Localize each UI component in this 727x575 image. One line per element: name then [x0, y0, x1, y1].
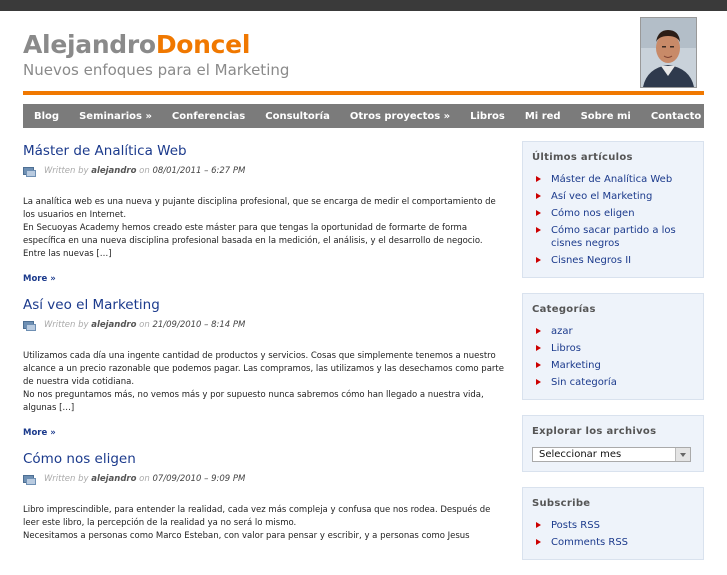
post-list: Máster de Analítica Web Written by aleja… — [23, 143, 505, 543]
excerpt-paragraph: En Secuoyas Academy hemos creado este má… — [23, 223, 483, 259]
chevron-down-icon[interactable] — [675, 448, 690, 461]
excerpt-paragraph: Utilizamos cada día una ingente cantidad… — [23, 351, 504, 387]
on-label: on — [139, 166, 150, 176]
sidebar: Últimos artículos Máster de Analítica We… — [522, 141, 704, 575]
select-value: Seleccionar mes — [539, 449, 622, 460]
post-excerpt: Libro imprescindible, para entender la r… — [23, 504, 505, 543]
nav-seminarios[interactable]: Seminarios » — [69, 111, 162, 122]
comments-icon[interactable] — [23, 475, 36, 485]
category-link[interactable]: Sin categoría — [532, 376, 694, 389]
recent-post-link[interactable]: Cómo sacar partido a los cisnes negros — [532, 224, 694, 250]
post-item: Así veo el Marketing Written by alejandr… — [23, 297, 505, 438]
nav-contacto[interactable]: Contacto — [641, 111, 711, 122]
widget-title: Explorar los archivos — [532, 426, 657, 437]
nav-consultoria[interactable]: Consultoría — [255, 111, 340, 122]
category-link[interactable]: Marketing — [532, 359, 694, 372]
written-by-label: Written by — [44, 166, 89, 176]
post-excerpt: Utilizamos cada día una ingente cantidad… — [23, 350, 505, 415]
post-meta: Written by alejandro on 08/01/2011 – 6:2… — [23, 166, 505, 177]
category-link[interactable]: Libros — [532, 342, 694, 355]
post-title[interactable]: Máster de Analítica Web — [23, 143, 505, 159]
written-by-label: Written by — [44, 320, 89, 330]
on-label: on — [139, 474, 150, 484]
comments-icon[interactable] — [23, 167, 36, 177]
nav-sobre-mi[interactable]: Sobre mi — [571, 111, 641, 122]
post-author: alejandro — [91, 320, 137, 330]
archive-month-select[interactable]: Seleccionar mes — [532, 447, 691, 462]
post-title[interactable]: Así veo el Marketing — [23, 297, 505, 313]
widget-title: Últimos artículos — [532, 152, 633, 163]
comments-rss-link[interactable]: Comments RSS — [532, 536, 694, 549]
nav-libros[interactable]: Libros — [460, 111, 515, 122]
post-excerpt: La analítica web es una nueva y pujante … — [23, 196, 505, 261]
comments-icon[interactable] — [23, 321, 36, 331]
portrait-image — [641, 18, 696, 87]
nav-otros-proyectos[interactable]: Otros proyectos » — [340, 111, 460, 122]
author-photo — [640, 17, 697, 88]
main-nav: Blog Seminarios » Conferencias Consultor… — [23, 104, 704, 128]
site-tagline: Nuevos enfoques para el Marketing — [23, 61, 290, 79]
recent-posts-widget: Últimos artículos Máster de Analítica We… — [522, 141, 704, 278]
post-date: 07/09/2010 – 9:09 PM — [152, 474, 246, 484]
category-link[interactable]: azar — [532, 325, 694, 338]
post-item: Máster de Analítica Web Written by aleja… — [23, 143, 505, 284]
recent-post-link[interactable]: Cisnes Negros II — [532, 254, 694, 267]
written-by-label: Written by — [44, 474, 89, 484]
excerpt-paragraph: La analítica web es una nueva y pujante … — [23, 197, 496, 220]
post-meta: Written by alejandro on 07/09/2010 – 9:0… — [23, 474, 505, 485]
posts-rss-link[interactable]: Posts RSS — [532, 519, 694, 532]
post-author: alejandro — [91, 166, 137, 176]
post-author: alejandro — [91, 474, 137, 484]
post-date: 21/09/2010 – 8:14 PM — [152, 320, 246, 330]
nav-mi-red[interactable]: Mi red — [515, 111, 571, 122]
header-divider — [23, 91, 704, 95]
site-title-last: Doncel — [155, 30, 251, 59]
post-date: 08/01/2011 – 6:27 PM — [152, 166, 246, 176]
excerpt-paragraph: Necesitamos a personas como Marco Esteba… — [23, 531, 470, 541]
post-meta: Written by alejandro on 21/09/2010 – 8:1… — [23, 320, 505, 331]
recent-post-link[interactable]: Así veo el Marketing — [532, 190, 694, 203]
excerpt-paragraph: No nos preguntamos más, no vemos más y p… — [23, 390, 484, 413]
more-link[interactable]: More » — [23, 428, 505, 438]
recent-post-link[interactable]: Máster de Analítica Web — [532, 173, 694, 186]
widget-title: Subscribe — [532, 498, 591, 509]
archives-widget: Explorar los archivos Seleccionar mes — [522, 415, 704, 472]
nav-conferencias[interactable]: Conferencias — [162, 111, 255, 122]
on-label: on — [139, 320, 150, 330]
subscribe-widget: Subscribe Posts RSS Comments RSS — [522, 487, 704, 560]
excerpt-paragraph: Libro imprescindible, para entender la r… — [23, 505, 491, 528]
top-bar — [0, 0, 727, 11]
post-item: Cómo nos eligen Written by alejandro on … — [23, 451, 505, 543]
more-link[interactable]: More » — [23, 274, 505, 284]
site-title[interactable]: AlejandroDoncel — [23, 30, 250, 59]
categories-widget: Categorías azar Libros Marketing Sin cat… — [522, 293, 704, 400]
recent-post-link[interactable]: Cómo nos eligen — [532, 207, 694, 220]
site-title-first: Alejandro — [23, 30, 156, 59]
widget-title: Categorías — [532, 304, 596, 315]
post-title[interactable]: Cómo nos eligen — [23, 451, 505, 467]
nav-blog[interactable]: Blog — [23, 111, 69, 122]
